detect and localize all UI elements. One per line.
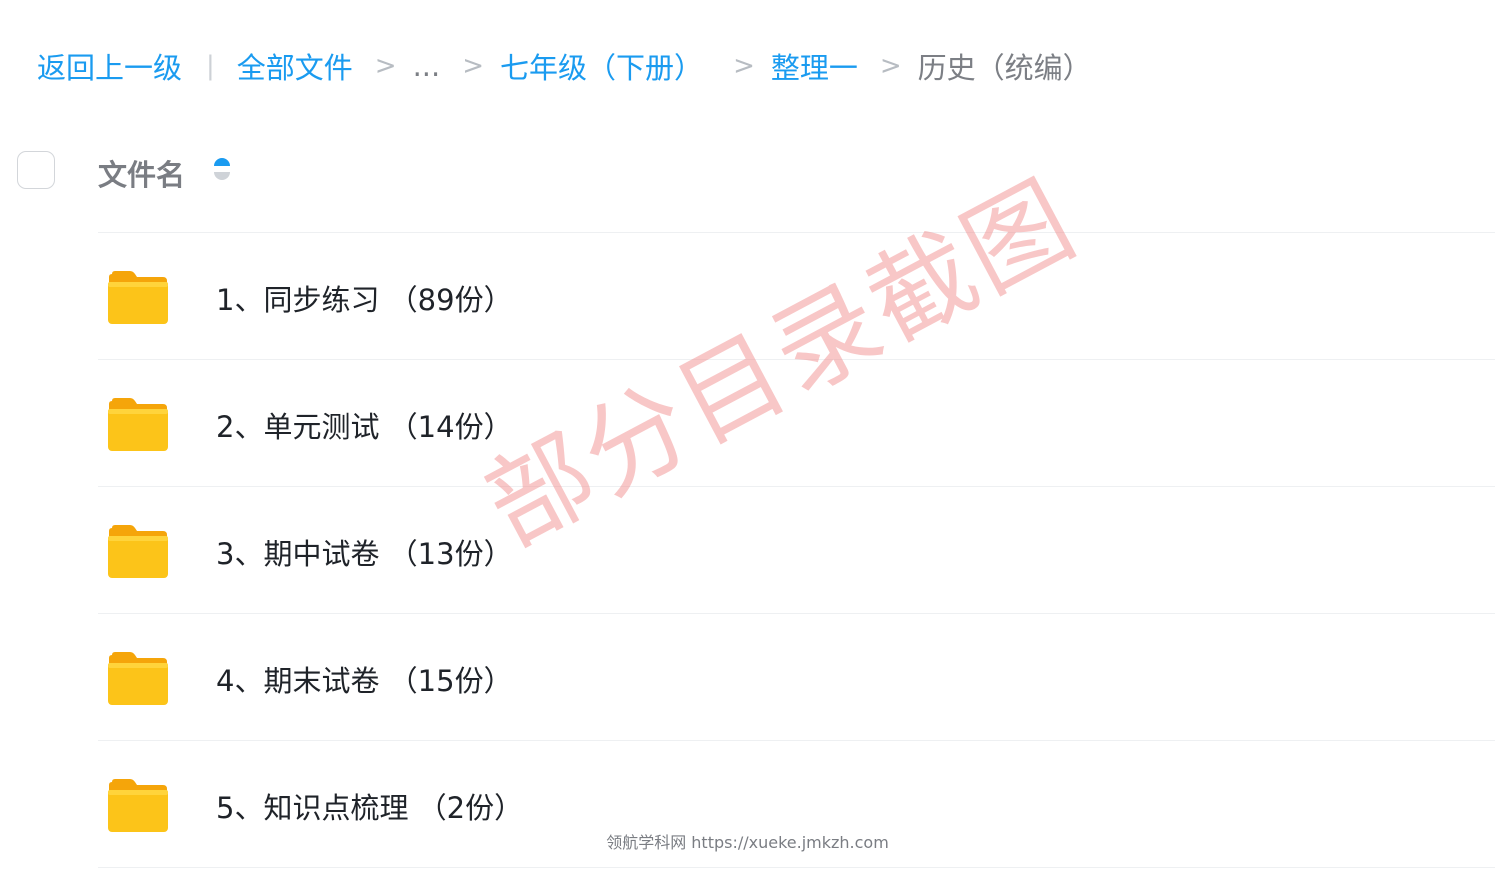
list-item[interactable]: 2、单元测试 （14份） bbox=[98, 360, 1495, 487]
breadcrumb-ellipsis[interactable]: ... bbox=[413, 49, 441, 83]
list-item[interactable]: 4、期末试卷 （15份） bbox=[98, 614, 1495, 741]
file-name[interactable]: 3、期中试卷 （13份） bbox=[216, 531, 513, 573]
file-name[interactable]: 2、单元测试 （14份） bbox=[216, 404, 513, 446]
select-all-checkbox[interactable] bbox=[17, 151, 55, 189]
sort-icon[interactable] bbox=[213, 154, 231, 184]
folder-icon bbox=[108, 271, 168, 324]
column-header-filename[interactable]: 文件名 bbox=[98, 152, 185, 194]
breadcrumb: 返回上一级 | 全部文件 > ... > 七年级（下册） > 整理一 > 历史（… bbox=[37, 44, 1092, 88]
breadcrumb-all-files[interactable]: 全部文件 bbox=[237, 45, 353, 87]
breadcrumb-current: 历史（统编） bbox=[917, 51, 1092, 85]
folder-icon bbox=[108, 398, 168, 451]
breadcrumb-separator: > bbox=[879, 51, 902, 81]
list-header: 文件名 bbox=[0, 140, 1495, 200]
breadcrumb-separator: > bbox=[374, 51, 397, 81]
breadcrumb-divider: | bbox=[206, 51, 215, 81]
file-list: 1、同步练习 （89份） 2、单元测试 （14份） 3、期中试卷 （13份） 4… bbox=[0, 233, 1495, 868]
footer-url: 领航学科网 https://xueke.jmkzh.com bbox=[606, 833, 889, 852]
back-link[interactable]: 返回上一级 bbox=[37, 45, 182, 87]
file-browser-page: 返回上一级 | 全部文件 > ... > 七年级（下册） > 整理一 > 历史（… bbox=[0, 0, 1495, 881]
file-name[interactable]: 1、同步练习 （89份） bbox=[216, 277, 513, 319]
folder-icon bbox=[108, 525, 168, 578]
breadcrumb-collection[interactable]: 整理一 bbox=[771, 45, 858, 87]
file-name[interactable]: 4、期末试卷 （15份） bbox=[216, 658, 513, 700]
list-item[interactable]: 3、期中试卷 （13份） bbox=[98, 487, 1495, 614]
list-item[interactable]: 1、同步练习 （89份） bbox=[98, 233, 1495, 360]
breadcrumb-separator: > bbox=[462, 51, 485, 81]
breadcrumb-separator: > bbox=[733, 51, 755, 81]
folder-icon bbox=[108, 779, 168, 832]
folder-icon bbox=[108, 652, 168, 705]
file-name[interactable]: 5、知识点梳理 （2份） bbox=[216, 785, 523, 827]
breadcrumb-grade[interactable]: 七年级（下册） bbox=[500, 45, 703, 87]
